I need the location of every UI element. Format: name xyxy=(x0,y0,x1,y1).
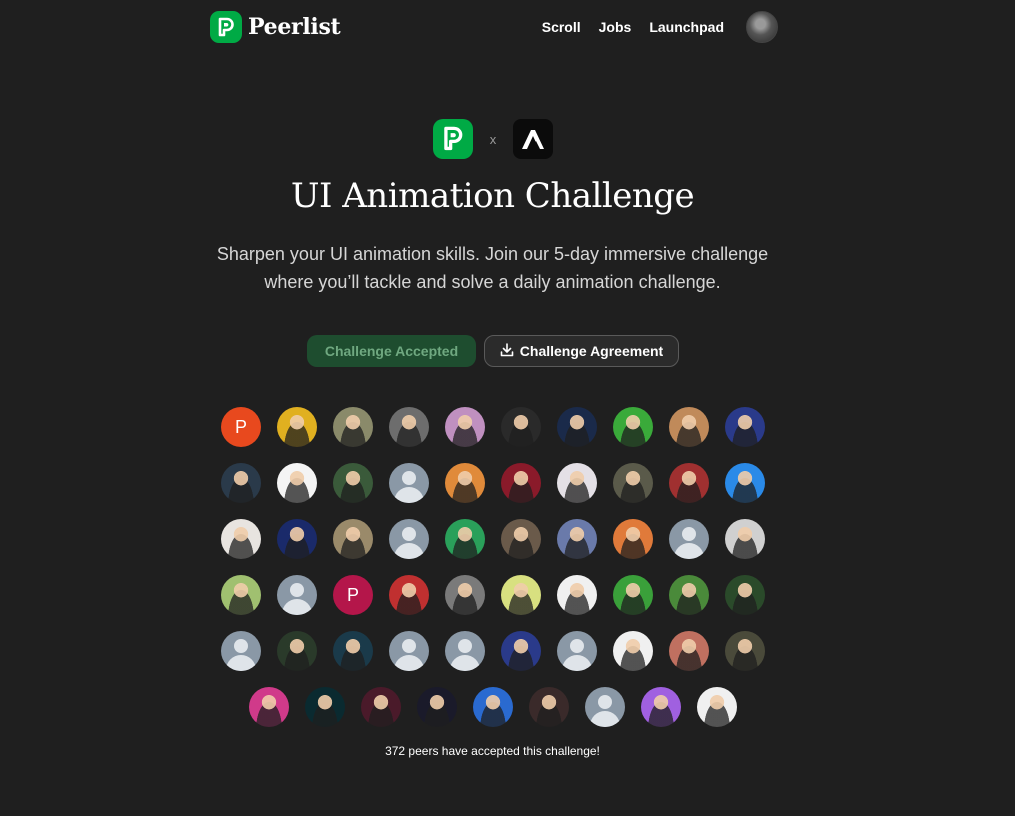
participant-avatar[interactable] xyxy=(585,687,625,727)
participant-avatar[interactable] xyxy=(305,687,345,727)
profile-avatar[interactable] xyxy=(746,11,778,43)
main-nav: Scroll Jobs Launchpad xyxy=(542,11,778,43)
participant-avatar[interactable] xyxy=(389,407,429,447)
nav-link-scroll[interactable]: Scroll xyxy=(542,19,581,35)
participant-avatar[interactable] xyxy=(221,463,261,503)
participant-avatar[interactable] xyxy=(333,463,373,503)
participant-avatar[interactable] xyxy=(501,519,541,559)
avatar-row xyxy=(220,463,766,503)
participant-avatar[interactable] xyxy=(501,463,541,503)
participant-avatar[interactable]: P xyxy=(333,575,373,615)
nav-link-jobs[interactable]: Jobs xyxy=(599,19,632,35)
avatar-row xyxy=(220,519,766,559)
participant-avatar[interactable] xyxy=(613,575,653,615)
participant-avatar[interactable] xyxy=(277,407,317,447)
download-icon xyxy=(500,342,514,360)
partner-logos: x xyxy=(433,119,553,159)
participant-avatar[interactable] xyxy=(445,575,485,615)
participant-avatar[interactable] xyxy=(445,407,485,447)
participant-avatar[interactable] xyxy=(613,407,653,447)
participant-avatar[interactable] xyxy=(333,407,373,447)
page-title: UI Animation Challenge xyxy=(290,176,695,216)
challenge-accepted-button[interactable]: Challenge Accepted xyxy=(307,335,476,367)
participant-avatar[interactable] xyxy=(613,631,653,671)
participant-avatar[interactable] xyxy=(669,519,709,559)
challenge-agreement-label: Challenge Agreement xyxy=(519,343,664,359)
brand-name: Peerlist xyxy=(248,14,341,40)
nav-link-launchpad[interactable]: Launchpad xyxy=(649,19,724,35)
partner-logo-icon xyxy=(513,119,553,159)
participant-avatar[interactable] xyxy=(669,575,709,615)
participant-avatar[interactable] xyxy=(333,631,373,671)
avatar-row: P xyxy=(220,407,766,447)
participant-avatar[interactable] xyxy=(249,687,289,727)
participant-avatar[interactable] xyxy=(669,407,709,447)
participant-avatar[interactable] xyxy=(445,631,485,671)
participant-avatar[interactable] xyxy=(725,519,765,559)
participant-avatar[interactable] xyxy=(557,407,597,447)
participant-avatar[interactable] xyxy=(473,687,513,727)
participant-avatar[interactable] xyxy=(277,519,317,559)
top-nav: Peerlist Scroll Jobs Launchpad xyxy=(210,10,778,44)
participant-avatar[interactable] xyxy=(697,687,737,727)
participant-avatar[interactable] xyxy=(501,407,541,447)
participant-avatar[interactable] xyxy=(417,687,457,727)
participant-avatar[interactable] xyxy=(641,687,681,727)
participants-grid: PP xyxy=(220,407,766,743)
participant-avatar[interactable] xyxy=(725,463,765,503)
participants-count: 372 peers have accepted this challenge! xyxy=(385,744,600,758)
participant-avatar[interactable] xyxy=(529,687,569,727)
participant-avatar[interactable] xyxy=(557,631,597,671)
peerlist-logo-icon xyxy=(210,11,242,43)
participant-avatar[interactable] xyxy=(613,519,653,559)
participant-avatar[interactable] xyxy=(445,519,485,559)
partnership-separator: x xyxy=(489,131,497,147)
participant-avatar[interactable] xyxy=(221,575,261,615)
page-subtitle: Sharpen your UI animation skills. Join o… xyxy=(216,244,769,292)
participant-avatar[interactable] xyxy=(557,519,597,559)
participant-avatar[interactable] xyxy=(277,631,317,671)
brand-link[interactable]: Peerlist xyxy=(210,11,341,43)
challenge-agreement-button[interactable]: Challenge Agreement xyxy=(484,335,679,367)
participant-avatar[interactable] xyxy=(557,575,597,615)
participant-avatar[interactable] xyxy=(445,463,485,503)
participant-avatar[interactable] xyxy=(501,631,541,671)
participant-avatar[interactable] xyxy=(613,463,653,503)
participant-avatar[interactable] xyxy=(725,407,765,447)
participant-avatar[interactable] xyxy=(277,575,317,615)
participant-avatar[interactable] xyxy=(669,631,709,671)
avatar-row xyxy=(220,687,766,727)
participant-avatar[interactable] xyxy=(389,575,429,615)
participant-avatar[interactable] xyxy=(725,631,765,671)
participant-avatar[interactable] xyxy=(389,631,429,671)
challenge-actions: Challenge Accepted Challenge Agreement xyxy=(307,335,679,367)
participant-avatar[interactable] xyxy=(221,631,261,671)
participant-avatar[interactable] xyxy=(725,575,765,615)
participant-avatar[interactable] xyxy=(389,463,429,503)
participant-avatar[interactable] xyxy=(333,519,373,559)
participant-avatar[interactable] xyxy=(557,463,597,503)
participant-avatar[interactable] xyxy=(277,463,317,503)
avatar-row xyxy=(220,631,766,671)
participant-avatar[interactable] xyxy=(501,575,541,615)
participant-avatar[interactable] xyxy=(221,519,261,559)
participant-avatar[interactable] xyxy=(669,463,709,503)
peerlist-logo-icon xyxy=(433,119,473,159)
participant-avatar[interactable] xyxy=(389,519,429,559)
participant-avatar[interactable]: P xyxy=(221,407,261,447)
participant-avatar[interactable] xyxy=(361,687,401,727)
avatar-row: P xyxy=(220,575,766,615)
